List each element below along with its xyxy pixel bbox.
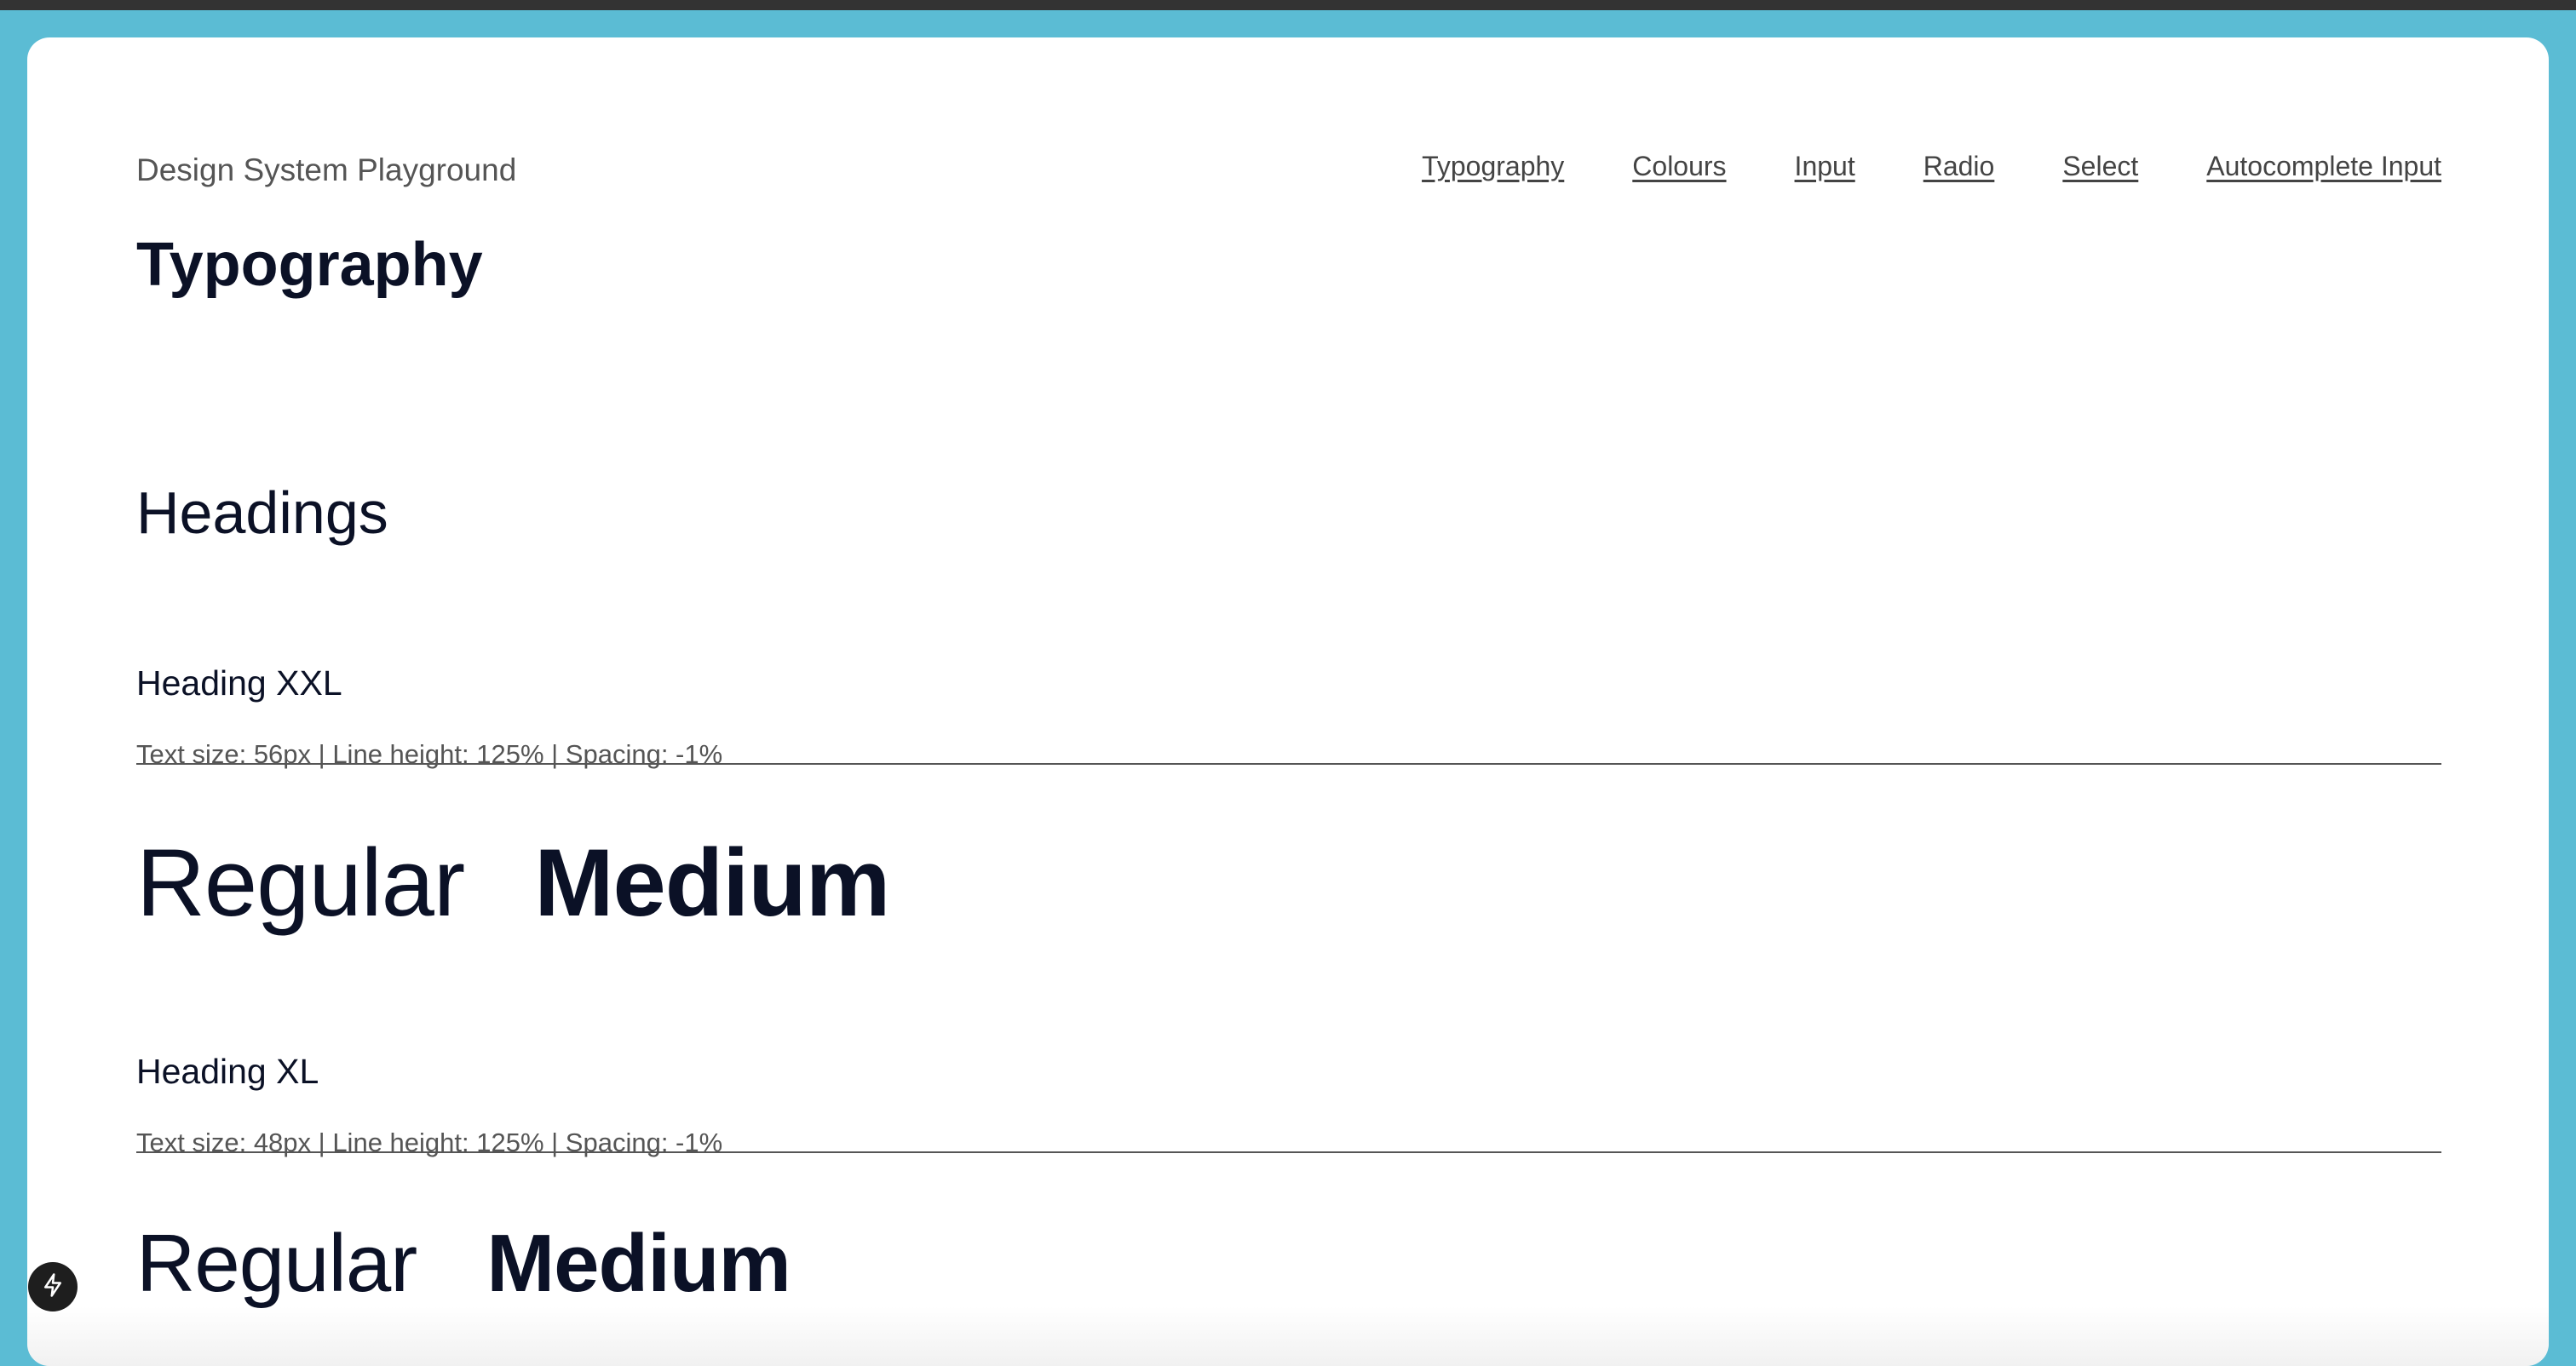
heading-xxl-divider [136,763,2441,765]
heading-xl-medium-sample: Medium [486,1218,791,1309]
heading-xl-samples: Regular Medium [136,1217,791,1311]
main-card: Design System Playground Typography Colo… [27,37,2549,1366]
heading-xl-divider [136,1151,2441,1153]
bottom-fade [27,1306,2549,1366]
page-title: Typography [136,231,483,299]
nav-link-autocomplete-input[interactable]: Autocomplete Input [2206,151,2441,182]
site-title: Design System Playground [136,152,517,187]
lightning-icon [40,1272,66,1302]
heading-xxl-samples: Regular Medium [136,828,890,938]
dev-tools-badge[interactable] [28,1262,78,1311]
window-top-bar [0,0,2576,10]
heading-xl-name: Heading XL [136,1052,319,1091]
nav-link-colours[interactable]: Colours [1632,151,1726,182]
heading-xl-regular-sample: Regular [136,1218,417,1309]
nav-link-select[interactable]: Select [2062,151,2138,182]
section-title-headings: Headings [136,479,388,546]
nav-link-radio[interactable]: Radio [1923,151,1995,182]
nav-link-typography[interactable]: Typography [1422,151,1564,182]
main-nav: Typography Colours Input Radio Select Au… [1422,151,2441,182]
nav-link-input[interactable]: Input [1795,151,1855,182]
heading-xxl-name: Heading XXL [136,663,342,703]
heading-xxl-regular-sample: Regular [136,829,465,936]
heading-xxl-spec: Text size: 56px | Line height: 125% | Sp… [136,739,723,769]
heading-xxl-medium-sample: Medium [534,829,890,936]
heading-xl-spec: Text size: 48px | Line height: 125% | Sp… [136,1128,723,1157]
